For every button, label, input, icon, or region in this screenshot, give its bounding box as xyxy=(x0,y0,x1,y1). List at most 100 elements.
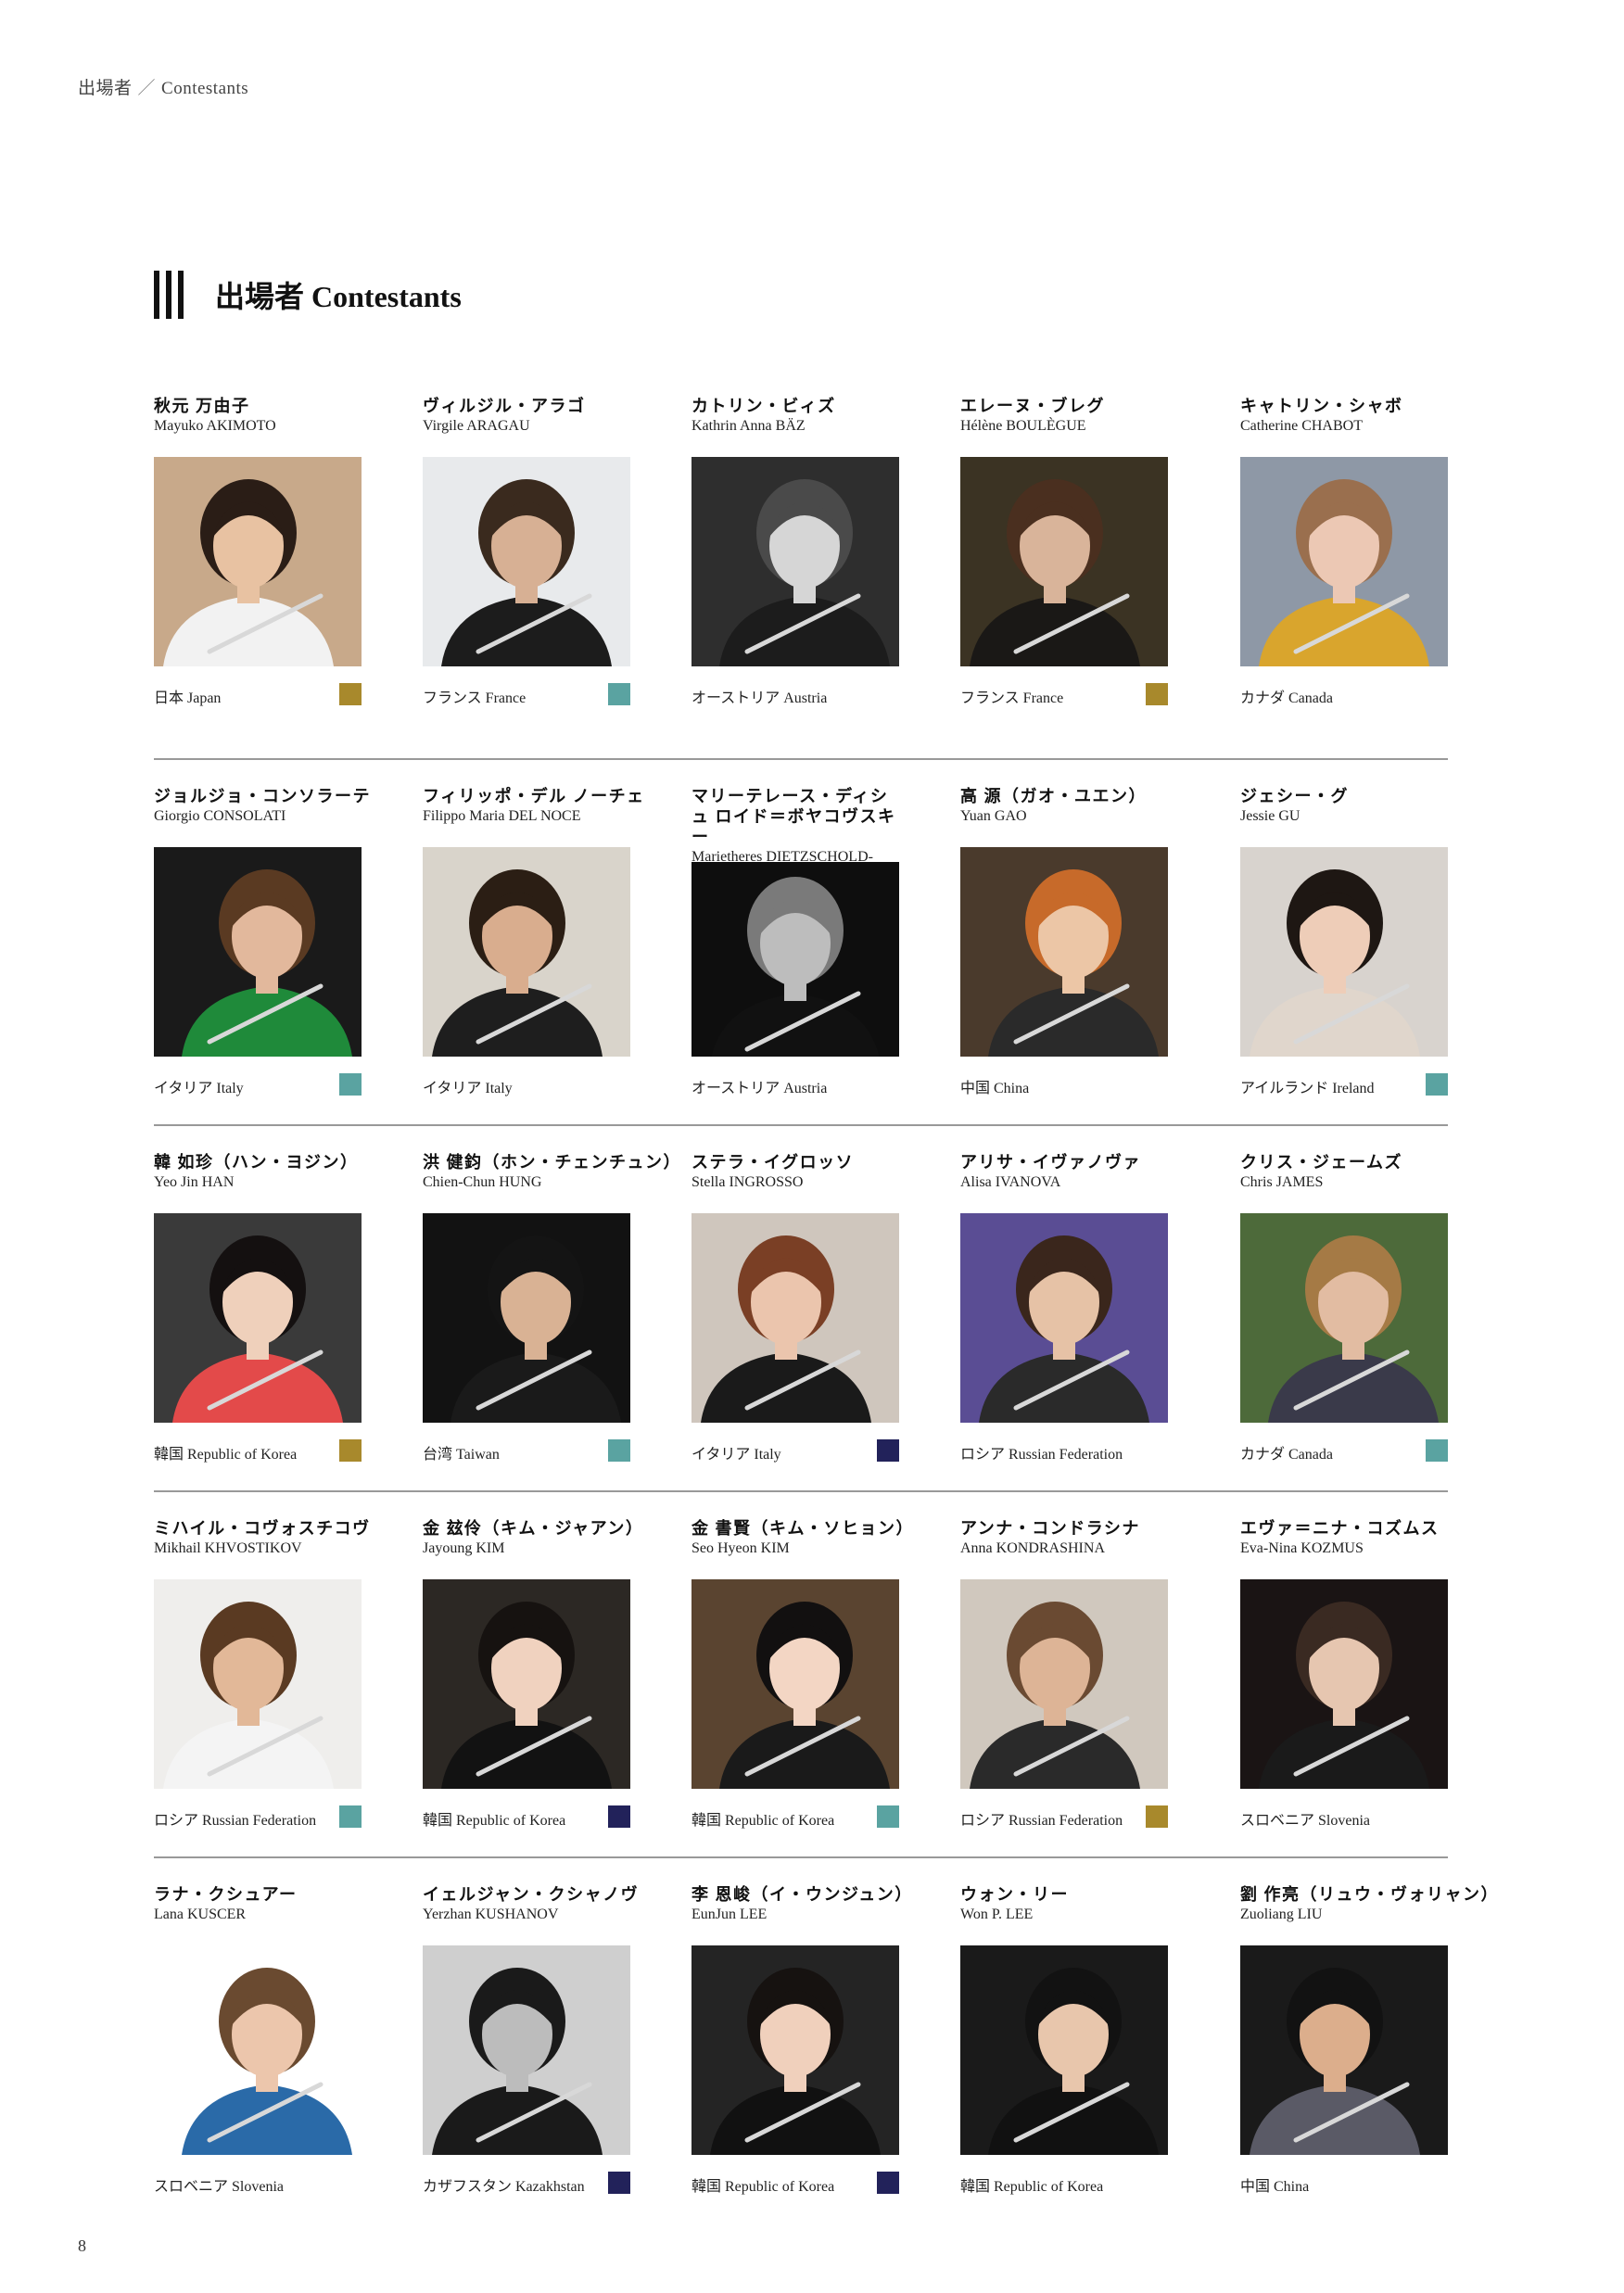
contestant-photo xyxy=(960,847,1168,1057)
color-swatch xyxy=(877,2172,899,2194)
section-title: 出場者 Contestants xyxy=(154,269,462,321)
portrait-illustration xyxy=(154,847,362,1057)
contestant-card: イェルジャン・クシャノヴ Yerzhan KUSHANOV カザフスタン Kazak… xyxy=(423,1884,638,2218)
contestant-photo xyxy=(960,1579,1168,1789)
contestant-card: 金 書賢（キム・ソヒョン） Seo Hyeon KIM 韓国 Republic of… xyxy=(691,1518,913,1852)
color-swatch xyxy=(877,1805,899,1828)
contestant-name-jp: 洪 健鈞（ホン・チェンチュン） xyxy=(423,1153,681,1172)
contestant-card: 秋元 万由子 Mayuko AKIMOTO 日本 Japan xyxy=(154,396,362,729)
contestant-country: 韓国 Republic of Korea xyxy=(154,1447,298,1463)
portrait-illustration xyxy=(1240,1213,1448,1423)
portrait-illustration xyxy=(154,1213,362,1423)
contestant-card: ウォン・リー Won P. LEE 韓国 Republic of Korea xyxy=(960,1884,1168,2218)
contestant-name-en: EunJun LEE xyxy=(691,1907,768,1922)
contestant-country: アイルランド Ireland xyxy=(1240,1081,1375,1096)
portrait-illustration xyxy=(423,1579,630,1789)
portrait-illustration xyxy=(960,457,1168,666)
contestant-card: ミハイル・コヴォスチコヴ Mikhail KHVOSTIKOV ロシア Russia… xyxy=(154,1518,369,1852)
contestant-name-jp: 高 源（ガオ・ユエン） xyxy=(960,787,1147,805)
page-number: 8 xyxy=(78,2236,86,2255)
contestant-photo xyxy=(423,457,630,666)
contestant-country: イタリア Italy xyxy=(154,1081,244,1096)
portrait-illustration xyxy=(154,1579,362,1789)
running-head-en: Contestants xyxy=(161,79,249,98)
color-swatch xyxy=(608,1805,630,1828)
contestant-photo xyxy=(154,1213,362,1423)
contestant-name-en: Catherine CHABOT xyxy=(1240,418,1363,434)
contestant-name-en: Won P. LEE xyxy=(960,1907,1034,1922)
contestant-country: ロシア Russian Federation xyxy=(960,1813,1123,1829)
color-swatch xyxy=(877,1439,899,1462)
contestant-name-en: Virgile ARAGAU xyxy=(423,418,530,434)
contestant-country: 韓国 Republic of Korea xyxy=(960,2179,1104,2195)
contestant-name-en: Seo Hyeon KIM xyxy=(691,1540,790,1556)
contestant-name-jp: カトリン・ビィズ xyxy=(691,397,836,415)
contestant-name-en: Jayoung KIM xyxy=(423,1540,505,1556)
portrait-illustration xyxy=(691,1579,899,1789)
contestant-row: ジョルジョ・コンソラーテ Giorgio CONSOLATI イタリア Italy フ… xyxy=(154,758,1448,1124)
contestant-name-en: Lana KUSCER xyxy=(154,1907,247,1922)
color-swatch xyxy=(339,1805,362,1828)
section-title-text: 出場者 Contestants xyxy=(215,280,462,313)
contestant-country: 韓国 Republic of Korea xyxy=(423,1813,566,1829)
contestant-name-en: Chien-Chun HUNG xyxy=(423,1174,542,1190)
contestant-name-jp: エレーヌ・ブレグ xyxy=(960,397,1105,415)
contestant-name-jp: フィリッポ・デル ノーチェ xyxy=(423,787,645,805)
contestant-country: カナダ Canada xyxy=(1240,1447,1333,1463)
contestant-name-jp: 韓 如珍（ハン・ヨジン） xyxy=(154,1153,359,1172)
contestant-photo xyxy=(423,1213,630,1423)
portrait-illustration xyxy=(960,847,1168,1057)
contestant-photo xyxy=(423,847,630,1057)
contestant-card: ステラ・イグロッソ Stella INGROSSO イタリア Italy xyxy=(691,1152,899,1486)
color-swatch xyxy=(1426,1439,1448,1462)
contestant-photo xyxy=(960,1945,1168,2155)
contestant-card: アンナ・コンドラシナ Anna KONDRASHINA ロシア Russian Fe… xyxy=(960,1518,1168,1852)
contestant-photo xyxy=(1240,847,1448,1057)
contestant-row: 秋元 万由子 Mayuko AKIMOTO 日本 Japan ヴィルジル・アラゴ Vir… xyxy=(154,394,1448,758)
contestant-card: 韓 如珍（ハン・ヨジン） Yeo Jin HAN 韓国 Republic of Ko… xyxy=(154,1152,362,1486)
contestant-photo xyxy=(423,1579,630,1789)
color-swatch xyxy=(339,1439,362,1462)
color-swatch xyxy=(1146,1805,1168,1828)
contestant-name-en: Zuoliang LIU xyxy=(1240,1907,1323,1922)
contestant-card: カトリン・ビィズ Kathrin Anna BÄZ オーストリア Austria xyxy=(691,396,899,729)
contestant-country: 韓国 Republic of Korea xyxy=(691,1813,835,1829)
contestant-name-jp: アンナ・コンドラシナ xyxy=(960,1519,1140,1538)
contestant-name-jp: ジェシー・グ xyxy=(1240,787,1349,805)
contestant-photo xyxy=(423,1945,630,2155)
contestant-country: イタリア Italy xyxy=(691,1447,781,1463)
portrait-illustration xyxy=(1240,457,1448,666)
portrait-illustration xyxy=(1240,1579,1448,1789)
contestant-country: オーストリア Austria xyxy=(691,690,828,706)
contestant-photo xyxy=(691,862,899,1057)
portrait-illustration xyxy=(423,1213,630,1423)
contestant-card: ジョルジョ・コンソラーテ Giorgio CONSOLATI イタリア Italy xyxy=(154,786,370,1120)
contestant-name-jp: マリーテレース・ディシュ ロイド＝ボヤコヴスキー xyxy=(691,787,896,846)
contestant-name-jp: ステラ・イグロッソ xyxy=(691,1153,855,1172)
color-swatch xyxy=(1146,683,1168,705)
contestant-photo xyxy=(691,1213,899,1423)
contestant-photo xyxy=(1240,1213,1448,1423)
portrait-illustration xyxy=(960,1579,1168,1789)
contestant-name-jp: ラナ・クシュアー xyxy=(154,1885,298,1904)
contestant-card: アリサ・イヴァノヴァ Alisa IVANOVA ロシア Russian Feder… xyxy=(960,1152,1168,1486)
contestant-country: カザフスタン Kazakhstan xyxy=(423,2179,585,2195)
contestant-name-jp: 劉 作亮（リュウ・ヴォリャン） xyxy=(1240,1885,1499,1904)
contestant-card: エヴァ＝ニナ・コズムス Eva-Nina KOZMUS スロベニア Slovenia xyxy=(1240,1518,1448,1852)
portrait-illustration xyxy=(154,457,362,666)
contestant-name-en: Alisa IVANOVA xyxy=(960,1174,1061,1190)
portrait-illustration xyxy=(423,457,630,666)
contestant-photo xyxy=(691,1945,899,2155)
contestant-card: キャトリン・シャボ Catherine CHABOT カナダ Canada xyxy=(1240,396,1448,729)
color-swatch xyxy=(339,683,362,705)
contestant-name-jp: 李 恩峻（イ・ウンジュン） xyxy=(691,1885,913,1904)
contestant-photo xyxy=(154,457,362,666)
color-swatch xyxy=(608,2172,630,2194)
color-swatch xyxy=(608,1439,630,1462)
contestant-photo xyxy=(960,457,1168,666)
contestant-photo xyxy=(154,1579,362,1789)
contestant-name-en: Yerzhan KUSHANOV xyxy=(423,1907,559,1922)
contestant-name-jp: 秋元 万由子 xyxy=(154,397,250,415)
contestant-country: 韓国 Republic of Korea xyxy=(691,2179,835,2195)
contestant-name-en: Anna KONDRASHINA xyxy=(960,1540,1105,1556)
